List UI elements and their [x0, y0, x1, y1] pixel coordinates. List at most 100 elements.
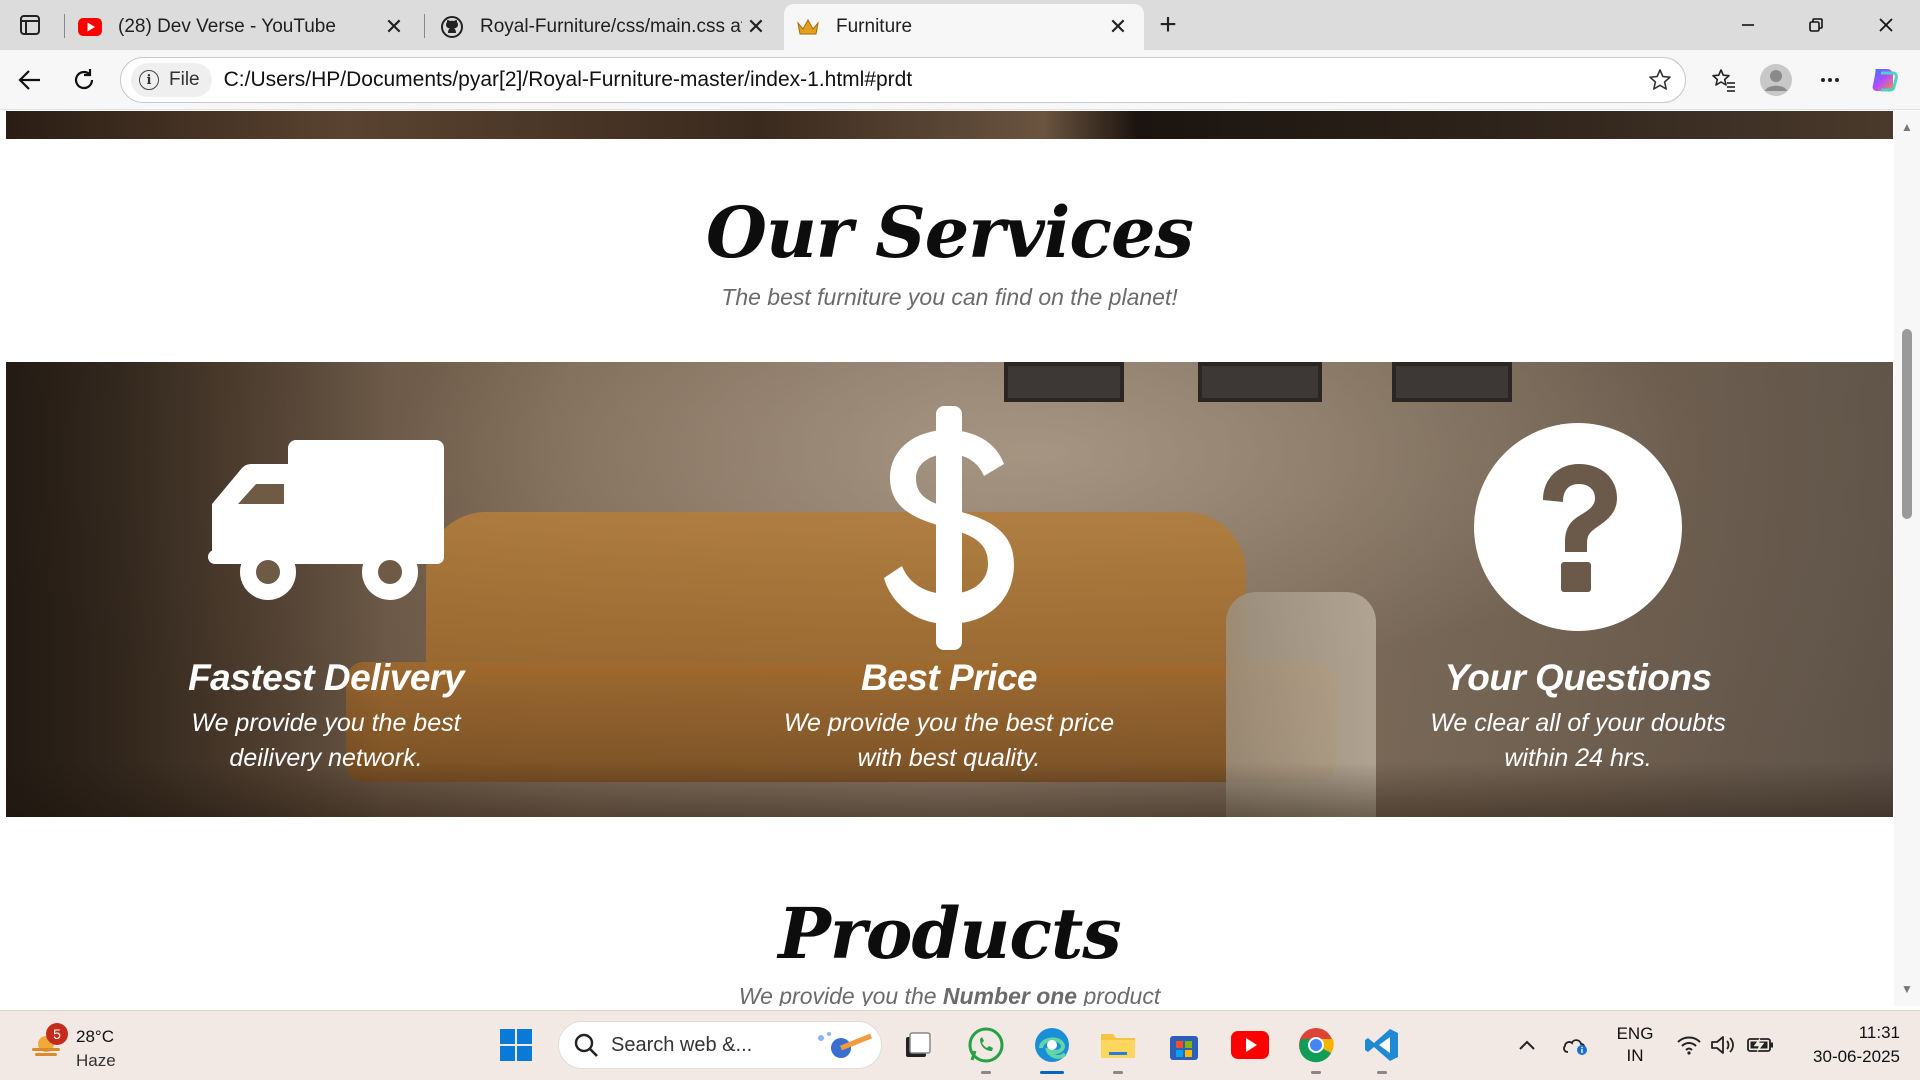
taskbar-search[interactable]: Search web &... — [558, 1021, 882, 1069]
services-banner: Fastest Delivery We provide you the best… — [6, 362, 1893, 817]
wifi-tray-button[interactable] — [1674, 1025, 1704, 1065]
task-view-icon — [906, 1032, 931, 1057]
back-arrow-icon — [18, 70, 40, 90]
service-desc-line: We provide you the best — [191, 709, 461, 737]
vscode-button[interactable] — [1362, 1025, 1402, 1074]
service-name: Fastest Delivery — [188, 657, 464, 698]
github-icon — [440, 15, 464, 39]
favorites-button[interactable] — [1704, 60, 1744, 100]
star-icon — [1649, 69, 1671, 90]
favorite-star-button[interactable] — [1645, 65, 1675, 95]
tab-youtube[interactable]: (28) Dev Verse - YouTube ✕ — [66, 4, 420, 50]
start-button[interactable] — [496, 1025, 536, 1065]
products-subtitle-bold: Number one — [942, 983, 1078, 1006]
close-window-button[interactable] — [1852, 0, 1920, 50]
screen: (28) Dev Verse - YouTube ✕ Royal-Furnitu… — [0, 0, 1920, 1080]
microsoft-store-button[interactable] — [1164, 1025, 1204, 1065]
chevron-up-icon — [1519, 1040, 1535, 1050]
service-name: Best Price — [861, 657, 1038, 698]
service-description: We provide you the best deilivery networ… — [76, 706, 576, 776]
tab-close-icon[interactable]: ✕ — [742, 13, 770, 41]
weather-condition: Haze — [76, 1051, 116, 1070]
tab-title: (28) Dev Verse - YouTube — [118, 16, 336, 37]
scrollbar-thumb[interactable] — [1902, 329, 1912, 519]
clock-date: 30-06-2025 — [1813, 1047, 1900, 1066]
copilot-icon — [1872, 69, 1898, 92]
tab-close-icon[interactable]: ✕ — [380, 13, 408, 41]
weather-temperature: 28°C — [76, 1027, 114, 1046]
scroll-up-arrow-icon[interactable]: ▲ — [1899, 119, 1915, 135]
battery-tray-button[interactable] — [1744, 1025, 1776, 1065]
onedrive-tray-button[interactable] — [1560, 1025, 1592, 1065]
language-indicator[interactable]: ENG IN — [1612, 1023, 1658, 1067]
question-icon — [1328, 422, 1828, 632]
service-desc-line: deilivery network. — [229, 744, 423, 772]
speaker-icon — [1711, 1036, 1734, 1054]
weather-widget[interactable]: 5 28°C Haze — [24, 1019, 174, 1073]
tab-title: Royal-Furniture/css/main.css at m — [480, 16, 742, 37]
service-description: We clear all of your doubts within 24 hr… — [1328, 706, 1828, 776]
language-code: ENG — [1616, 1024, 1654, 1043]
products-subtitle-text: product — [1077, 983, 1161, 1006]
system-clock[interactable]: 11:31 30-06-2025 — [1790, 1021, 1900, 1069]
minimize-button[interactable] — [1714, 0, 1782, 50]
tab-actions-icon — [20, 15, 40, 35]
task-view-button[interactable] — [898, 1025, 938, 1065]
chrome-button[interactable] — [1296, 1025, 1336, 1074]
tab-furniture[interactable]: Furniture ✕ — [784, 4, 1144, 50]
tab-close-icon[interactable]: ✕ — [1104, 13, 1132, 41]
address-bar[interactable]: i File C:/Users/HP/Documents/pyar[2]/Roy… — [120, 57, 1686, 103]
page-viewport: Our Services The best furniture you can … — [6, 111, 1893, 1006]
browser-toolbar: i File C:/Users/HP/Documents/pyar[2]/Roy… — [0, 50, 1920, 110]
wall-frame — [1004, 362, 1124, 402]
copilot-button[interactable] — [1864, 60, 1904, 100]
site-info-chip[interactable]: i File — [131, 63, 212, 97]
battery-charging-icon — [1747, 1037, 1773, 1053]
whatsapp-icon — [968, 1027, 1004, 1063]
running-indicator — [1377, 1071, 1387, 1074]
url-text[interactable]: C:/Users/HP/Documents/pyar[2]/Royal-Furn… — [224, 68, 913, 92]
more-options-button[interactable] — [1810, 60, 1850, 100]
running-indicator — [1040, 1071, 1064, 1074]
folder-icon — [1101, 1034, 1135, 1058]
new-tab-button[interactable]: + — [1150, 8, 1186, 42]
wall-frame — [1198, 362, 1322, 402]
service-name: Your Questions — [1444, 657, 1712, 698]
volume-tray-button[interactable] — [1708, 1025, 1738, 1065]
scroll-down-arrow-icon[interactable]: ▼ — [1899, 981, 1915, 997]
running-indicator — [1311, 1071, 1321, 1074]
dollar-icon — [699, 406, 1199, 650]
show-hidden-icons-button[interactable] — [1512, 1025, 1542, 1065]
plus-icon: + — [1159, 8, 1177, 41]
youtube-app-button[interactable] — [1230, 1025, 1270, 1065]
running-indicator — [1113, 1071, 1123, 1074]
back-button[interactable] — [10, 60, 50, 100]
services-subtitle: The best furniture you can find on the p… — [721, 284, 1178, 310]
info-icon: i — [139, 70, 159, 90]
service-description: We provide you the best price with best … — [699, 706, 1199, 776]
edge-button[interactable] — [1032, 1025, 1072, 1074]
tab-github[interactable]: Royal-Furniture/css/main.css at m ✕ — [428, 4, 782, 50]
profile-button[interactable] — [1756, 60, 1796, 100]
search-icon — [574, 1033, 598, 1057]
reload-button[interactable] — [64, 60, 104, 100]
service-desc-line: We provide you the best price — [783, 709, 1115, 737]
truck-icon — [76, 440, 576, 600]
running-indicator — [981, 1071, 991, 1074]
tab-strip: (28) Dev Verse - YouTube ✕ Royal-Furnitu… — [0, 0, 1920, 50]
file-explorer-button[interactable] — [1098, 1025, 1138, 1074]
vscode-icon — [1365, 1029, 1398, 1061]
search-placeholder: Search web &... — [611, 1033, 753, 1056]
avatar-icon — [1760, 64, 1792, 96]
restore-button[interactable] — [1782, 0, 1850, 50]
restore-icon — [1809, 18, 1823, 32]
wifi-icon — [1677, 1036, 1701, 1055]
tab-actions-button[interactable] — [8, 8, 52, 42]
whatsapp-button[interactable] — [966, 1025, 1006, 1074]
youtube-icon — [1231, 1031, 1269, 1059]
services-title: Our Services — [706, 191, 1194, 274]
windows-taskbar: 5 28°C Haze Search web &... ENG IN 11:31… — [0, 1010, 1920, 1080]
notification-badge: 5 — [46, 1023, 68, 1045]
tab-title: Furniture — [836, 16, 913, 37]
page-scrollbar[interactable]: ▲ ▼ — [1894, 111, 1920, 1006]
